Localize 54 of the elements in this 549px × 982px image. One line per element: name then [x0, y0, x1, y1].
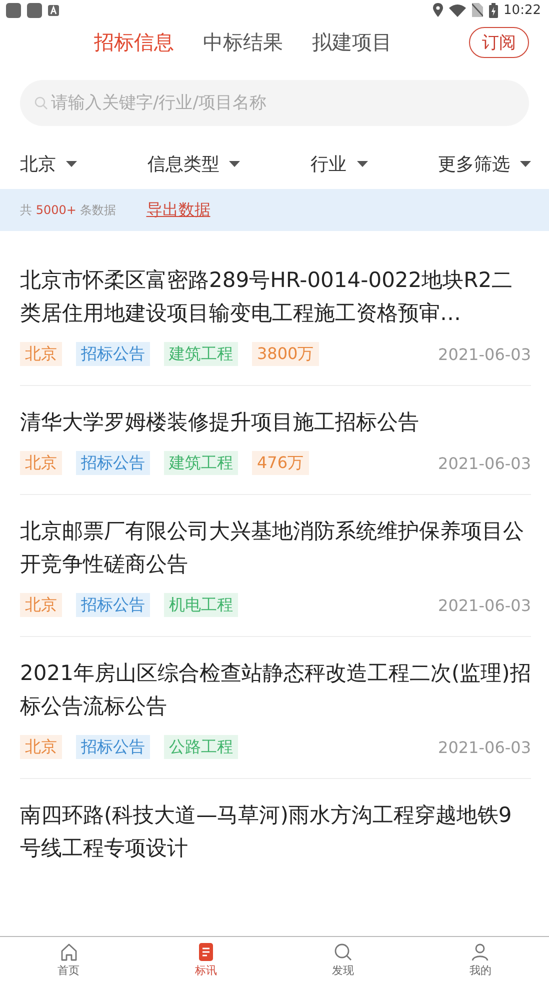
nav-tab[interactable]: 发现 — [274, 937, 412, 982]
battery-icon — [488, 2, 498, 18]
caret-icon — [520, 161, 531, 167]
tag: 招标公告 — [76, 593, 150, 617]
location-icon — [432, 3, 443, 17]
home-icon — [58, 942, 79, 962]
person-icon — [470, 942, 490, 962]
result-title[interactable]: 南四环路(科技大道—马草河)雨水方沟工程穿越地铁9号线工程专项设计 — [20, 799, 531, 865]
result-date: 2021-06-03 — [438, 344, 531, 364]
tab[interactable]: 拟建项目 — [312, 29, 392, 56]
result-count: 共 5000+ 条数据 — [20, 202, 116, 218]
tag: 公路工程 — [164, 735, 238, 759]
caret-icon — [356, 161, 368, 167]
result-title[interactable]: 清华大学罗姆楼装修提升项目施工招标公告 — [20, 406, 531, 439]
result-title[interactable]: 北京邮票厂有限公司大兴基地消防系统维护保养项目公开竞争性磋商公告 — [20, 515, 531, 581]
tag: 招标公告 — [76, 735, 150, 759]
tag: 建筑工程 — [164, 342, 238, 366]
notification-icon — [27, 2, 42, 18]
result-title[interactable]: 北京市怀柔区富密路289号HR-0014-0022地块R2二类居住用地建设项目输变电工程施工资格预审… — [20, 264, 531, 330]
caret-icon — [66, 161, 77, 167]
result-date: 2021-06-03 — [438, 454, 531, 472]
tag: 建筑工程 — [164, 451, 238, 475]
result-date: 2021-06-03 — [438, 738, 531, 756]
filter-dropdown[interactable]: 更多筛选 — [438, 152, 531, 176]
wifi-icon — [448, 4, 466, 16]
tag: 476万 — [252, 451, 309, 475]
tag: 北京 — [20, 735, 62, 759]
result-date: 2021-06-03 — [438, 596, 531, 614]
tag: 3800万 — [252, 342, 319, 366]
subscribe-button[interactable]: 订阅 — [469, 27, 529, 58]
app-notification-icon — [48, 4, 59, 16]
tab[interactable]: 招标信息 — [94, 29, 174, 56]
result-title[interactable]: 2021年房山区综合检查站静态秤改造工程二次(监理)招标公告流标公告 — [20, 657, 531, 723]
nav-tab[interactable]: 我的 — [412, 937, 549, 982]
caret-icon — [229, 161, 240, 167]
no-sim-icon — [472, 3, 483, 17]
search-field[interactable]: 请输入关键字/行业/项目名称 — [20, 80, 529, 126]
nav-tab[interactable]: 首页 — [0, 937, 138, 982]
tag: 招标公告 — [76, 451, 150, 475]
nav-tab[interactable]: 标讯 — [137, 937, 274, 982]
notification-icon — [6, 2, 21, 18]
tag: 北京 — [20, 451, 62, 475]
export-data-link[interactable]: 导出数据 — [146, 200, 210, 220]
tag: 机电工程 — [164, 593, 238, 617]
search-icon — [333, 942, 354, 962]
tag: 北京 — [20, 342, 62, 366]
tab[interactable]: 中标结果 — [203, 29, 283, 56]
filter-dropdown[interactable]: 信息类型 — [147, 152, 240, 176]
tag: 招标公告 — [76, 342, 150, 366]
search-icon — [34, 96, 48, 110]
filter-dropdown[interactable]: 行业 — [310, 152, 368, 176]
tag: 北京 — [20, 593, 62, 617]
clock-time: 10:22 — [504, 2, 541, 18]
filter-dropdown[interactable]: 北京 — [20, 152, 77, 176]
